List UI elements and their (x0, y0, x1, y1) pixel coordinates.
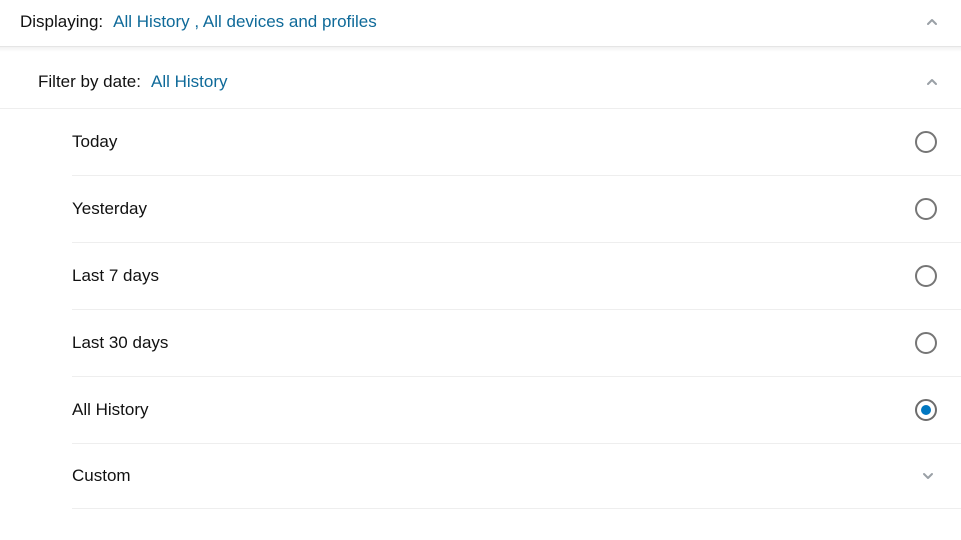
option-label: Today (72, 132, 117, 152)
displaying-value: All History , All devices and profiles (113, 12, 377, 32)
radio-icon[interactable] (915, 131, 937, 153)
radio-icon[interactable] (915, 198, 937, 220)
option-label: Custom (72, 466, 131, 486)
chevron-up-icon[interactable] (923, 73, 941, 91)
radio-icon[interactable] (915, 265, 937, 287)
chevron-down-icon[interactable] (919, 467, 937, 485)
option-label: Yesterday (72, 199, 147, 219)
option-label: Last 30 days (72, 333, 168, 353)
filter-label: Filter by date: (38, 72, 141, 92)
option-label: All History (72, 400, 149, 420)
filter-by-date-row[interactable]: Filter by date: All History (0, 52, 961, 109)
radio-icon-selected[interactable] (915, 399, 937, 421)
radio-dot (921, 405, 931, 415)
option-label: Last 7 days (72, 266, 159, 286)
displaying-header-text-group: Displaying: All History , All devices an… (20, 12, 377, 32)
date-option-list: Today Yesterday Last 7 days Last 30 days… (0, 109, 961, 509)
displaying-header-row[interactable]: Displaying: All History , All devices an… (0, 0, 961, 46)
option-custom[interactable]: Custom (72, 444, 961, 509)
filter-text-group: Filter by date: All History (38, 72, 228, 92)
option-all-history[interactable]: All History (72, 377, 961, 444)
option-yesterday[interactable]: Yesterday (72, 176, 961, 243)
option-today[interactable]: Today (72, 109, 961, 176)
option-last-30-days[interactable]: Last 30 days (72, 310, 961, 377)
chevron-up-icon[interactable] (923, 13, 941, 31)
displaying-label: Displaying: (20, 12, 103, 32)
radio-icon[interactable] (915, 332, 937, 354)
option-last-7-days[interactable]: Last 7 days (72, 243, 961, 310)
filter-value: All History (151, 72, 228, 92)
